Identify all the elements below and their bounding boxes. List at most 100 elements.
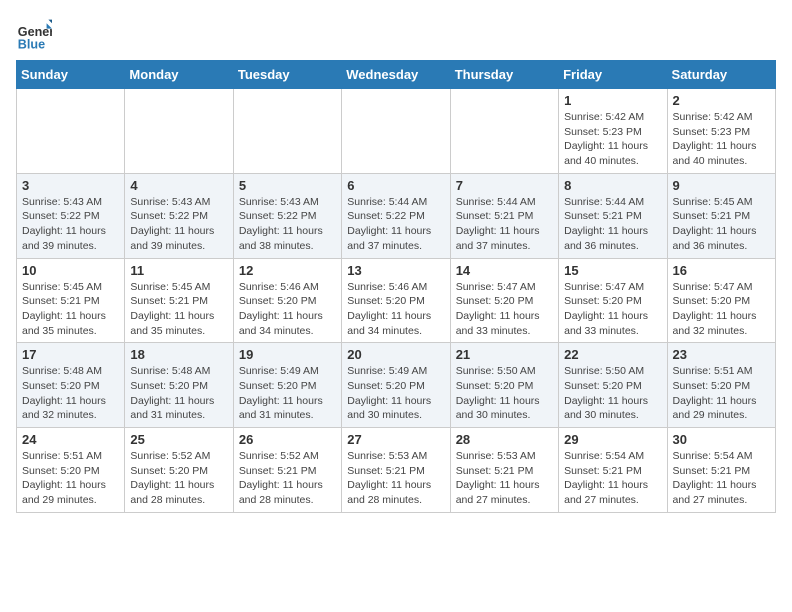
calendar-cell: 16Sunrise: 5:47 AM Sunset: 5:20 PM Dayli… xyxy=(667,258,775,343)
calendar-cell: 6 Sunrise: 5:44 AM Sunset: 5:22 PM Daylig… xyxy=(342,173,450,258)
day-number: 23 xyxy=(673,347,770,362)
day-info: Sunrise: 5:47 AM Sunset: 5:20 PM Dayligh… xyxy=(673,280,770,339)
logo-icon: General Blue xyxy=(16,16,52,52)
calendar-cell: 3 Sunrise: 5:43 AM Sunset: 5:22 PM Daylig… xyxy=(17,173,125,258)
day-number: 27 xyxy=(347,432,444,447)
day-info: Sunrise: 5:52 AM Sunset: 5:20 PM Dayligh… xyxy=(130,449,227,508)
day-number: 17 xyxy=(22,347,119,362)
calendar-cell: 17 Sunrise: 5:48 AM Sunset: 5:20 PM Dayli… xyxy=(17,343,125,428)
calendar-cell: 19 Sunrise: 5:49 AM Sunset: 5:20 PM Dayli… xyxy=(233,343,341,428)
day-info: Sunrise: 5:54 AM Sunset: 5:21 PM Dayligh… xyxy=(673,449,770,508)
calendar-cell: 23 Sunrise: 5:51 AM Sunset: 5:20 PM Dayli… xyxy=(667,343,775,428)
day-info: Sunrise: 5:46 AM Sunset: 5:20 PM Dayligh… xyxy=(239,280,336,339)
day-number: 29 xyxy=(564,432,661,447)
day-info: Sunrise: 5:49 AM Sunset: 5:20 PM Dayligh… xyxy=(347,364,444,423)
calendar-week-row: 17 Sunrise: 5:48 AM Sunset: 5:20 PM Dayli… xyxy=(17,343,776,428)
calendar-week-row: 10 Sunrise: 5:45 AM Sunset: 5:21 PM Dayli… xyxy=(17,258,776,343)
day-number: 4 xyxy=(130,178,227,193)
day-info: Sunrise: 5:43 AM Sunset: 5:22 PM Dayligh… xyxy=(22,195,119,254)
day-number: 13 xyxy=(347,263,444,278)
day-info: Sunrise: 5:48 AM Sunset: 5:20 PM Dayligh… xyxy=(22,364,119,423)
calendar-cell xyxy=(233,89,341,174)
day-info: Sunrise: 5:48 AM Sunset: 5:20 PM Dayligh… xyxy=(130,364,227,423)
day-number: 25 xyxy=(130,432,227,447)
calendar-cell: 14Sunrise: 5:47 AM Sunset: 5:20 PM Dayli… xyxy=(450,258,558,343)
day-info: Sunrise: 5:45 AM Sunset: 5:21 PM Dayligh… xyxy=(673,195,770,254)
calendar-cell: 4 Sunrise: 5:43 AM Sunset: 5:22 PM Daylig… xyxy=(125,173,233,258)
calendar-week-row: 1 Sunrise: 5:42 AM Sunset: 5:23 PM Daylig… xyxy=(17,89,776,174)
calendar-cell xyxy=(450,89,558,174)
calendar-cell: 29 Sunrise: 5:54 AM Sunset: 5:21 PM Dayli… xyxy=(559,428,667,513)
calendar-cell: 24 Sunrise: 5:51 AM Sunset: 5:20 PM Dayli… xyxy=(17,428,125,513)
weekday-header-friday: Friday xyxy=(559,61,667,89)
day-info: Sunrise: 5:43 AM Sunset: 5:22 PM Dayligh… xyxy=(130,195,227,254)
day-info: Sunrise: 5:47 AM Sunset: 5:20 PM Dayligh… xyxy=(564,280,661,339)
day-number: 1 xyxy=(564,93,661,108)
svg-text:Blue: Blue xyxy=(18,37,45,51)
day-number: 14 xyxy=(456,263,553,278)
logo: General Blue xyxy=(16,16,56,52)
calendar-cell: 5 Sunrise: 5:43 AM Sunset: 5:22 PM Daylig… xyxy=(233,173,341,258)
day-number: 21 xyxy=(456,347,553,362)
calendar-table: SundayMondayTuesdayWednesdayThursdayFrid… xyxy=(16,60,776,513)
day-number: 10 xyxy=(22,263,119,278)
day-info: Sunrise: 5:51 AM Sunset: 5:20 PM Dayligh… xyxy=(673,364,770,423)
calendar-cell: 1Sunrise: 5:42 AM Sunset: 5:23 PM Daylig… xyxy=(559,89,667,174)
weekday-header-saturday: Saturday xyxy=(667,61,775,89)
day-number: 18 xyxy=(130,347,227,362)
weekday-header-monday: Monday xyxy=(125,61,233,89)
day-number: 9 xyxy=(673,178,770,193)
day-info: Sunrise: 5:49 AM Sunset: 5:20 PM Dayligh… xyxy=(239,364,336,423)
calendar-cell: 18 Sunrise: 5:48 AM Sunset: 5:20 PM Dayli… xyxy=(125,343,233,428)
calendar-cell: 12 Sunrise: 5:46 AM Sunset: 5:20 PM Dayli… xyxy=(233,258,341,343)
day-number: 12 xyxy=(239,263,336,278)
day-info: Sunrise: 5:51 AM Sunset: 5:20 PM Dayligh… xyxy=(22,449,119,508)
calendar-cell xyxy=(17,89,125,174)
calendar-cell: 28Sunrise: 5:53 AM Sunset: 5:21 PM Dayli… xyxy=(450,428,558,513)
calendar-cell: 20 Sunrise: 5:49 AM Sunset: 5:20 PM Dayli… xyxy=(342,343,450,428)
calendar-cell xyxy=(125,89,233,174)
calendar-cell: 7 Sunrise: 5:44 AM Sunset: 5:21 PM Daylig… xyxy=(450,173,558,258)
day-info: Sunrise: 5:50 AM Sunset: 5:20 PM Dayligh… xyxy=(456,364,553,423)
day-number: 8 xyxy=(564,178,661,193)
day-number: 15 xyxy=(564,263,661,278)
day-number: 30 xyxy=(673,432,770,447)
calendar-cell: 30 Sunrise: 5:54 AM Sunset: 5:21 PM Dayli… xyxy=(667,428,775,513)
day-number: 3 xyxy=(22,178,119,193)
day-info: Sunrise: 5:44 AM Sunset: 5:22 PM Dayligh… xyxy=(347,195,444,254)
day-info: Sunrise: 5:44 AM Sunset: 5:21 PM Dayligh… xyxy=(456,195,553,254)
calendar-cell: 10 Sunrise: 5:45 AM Sunset: 5:21 PM Dayli… xyxy=(17,258,125,343)
day-number: 7 xyxy=(456,178,553,193)
calendar-cell: 27 Sunrise: 5:53 AM Sunset: 5:21 PM Dayli… xyxy=(342,428,450,513)
day-number: 5 xyxy=(239,178,336,193)
day-number: 6 xyxy=(347,178,444,193)
calendar-cell: 25 Sunrise: 5:52 AM Sunset: 5:20 PM Dayli… xyxy=(125,428,233,513)
day-info: Sunrise: 5:46 AM Sunset: 5:20 PM Dayligh… xyxy=(347,280,444,339)
weekday-header-wednesday: Wednesday xyxy=(342,61,450,89)
calendar-cell: 21 Sunrise: 5:50 AM Sunset: 5:20 PM Dayli… xyxy=(450,343,558,428)
calendar-week-row: 3 Sunrise: 5:43 AM Sunset: 5:22 PM Daylig… xyxy=(17,173,776,258)
day-number: 26 xyxy=(239,432,336,447)
weekday-header-sunday: Sunday xyxy=(17,61,125,89)
day-number: 2 xyxy=(673,93,770,108)
day-number: 20 xyxy=(347,347,444,362)
day-number: 19 xyxy=(239,347,336,362)
header: General Blue xyxy=(16,16,776,52)
calendar-cell: 8 Sunrise: 5:44 AM Sunset: 5:21 PM Daylig… xyxy=(559,173,667,258)
weekday-header-tuesday: Tuesday xyxy=(233,61,341,89)
day-info: Sunrise: 5:45 AM Sunset: 5:21 PM Dayligh… xyxy=(22,280,119,339)
weekday-header-row: SundayMondayTuesdayWednesdayThursdayFrid… xyxy=(17,61,776,89)
day-info: Sunrise: 5:50 AM Sunset: 5:20 PM Dayligh… xyxy=(564,364,661,423)
day-info: Sunrise: 5:42 AM Sunset: 5:23 PM Dayligh… xyxy=(673,110,770,169)
day-number: 22 xyxy=(564,347,661,362)
day-info: Sunrise: 5:43 AM Sunset: 5:22 PM Dayligh… xyxy=(239,195,336,254)
calendar-cell: 22 Sunrise: 5:50 AM Sunset: 5:20 PM Dayli… xyxy=(559,343,667,428)
day-number: 28 xyxy=(456,432,553,447)
day-info: Sunrise: 5:54 AM Sunset: 5:21 PM Dayligh… xyxy=(564,449,661,508)
day-info: Sunrise: 5:44 AM Sunset: 5:21 PM Dayligh… xyxy=(564,195,661,254)
day-info: Sunrise: 5:53 AM Sunset: 5:21 PM Dayligh… xyxy=(347,449,444,508)
calendar-cell: 13 Sunrise: 5:46 AM Sunset: 5:20 PM Dayli… xyxy=(342,258,450,343)
calendar-cell: 11Sunrise: 5:45 AM Sunset: 5:21 PM Dayli… xyxy=(125,258,233,343)
day-number: 24 xyxy=(22,432,119,447)
day-info: Sunrise: 5:45 AM Sunset: 5:21 PM Dayligh… xyxy=(130,280,227,339)
